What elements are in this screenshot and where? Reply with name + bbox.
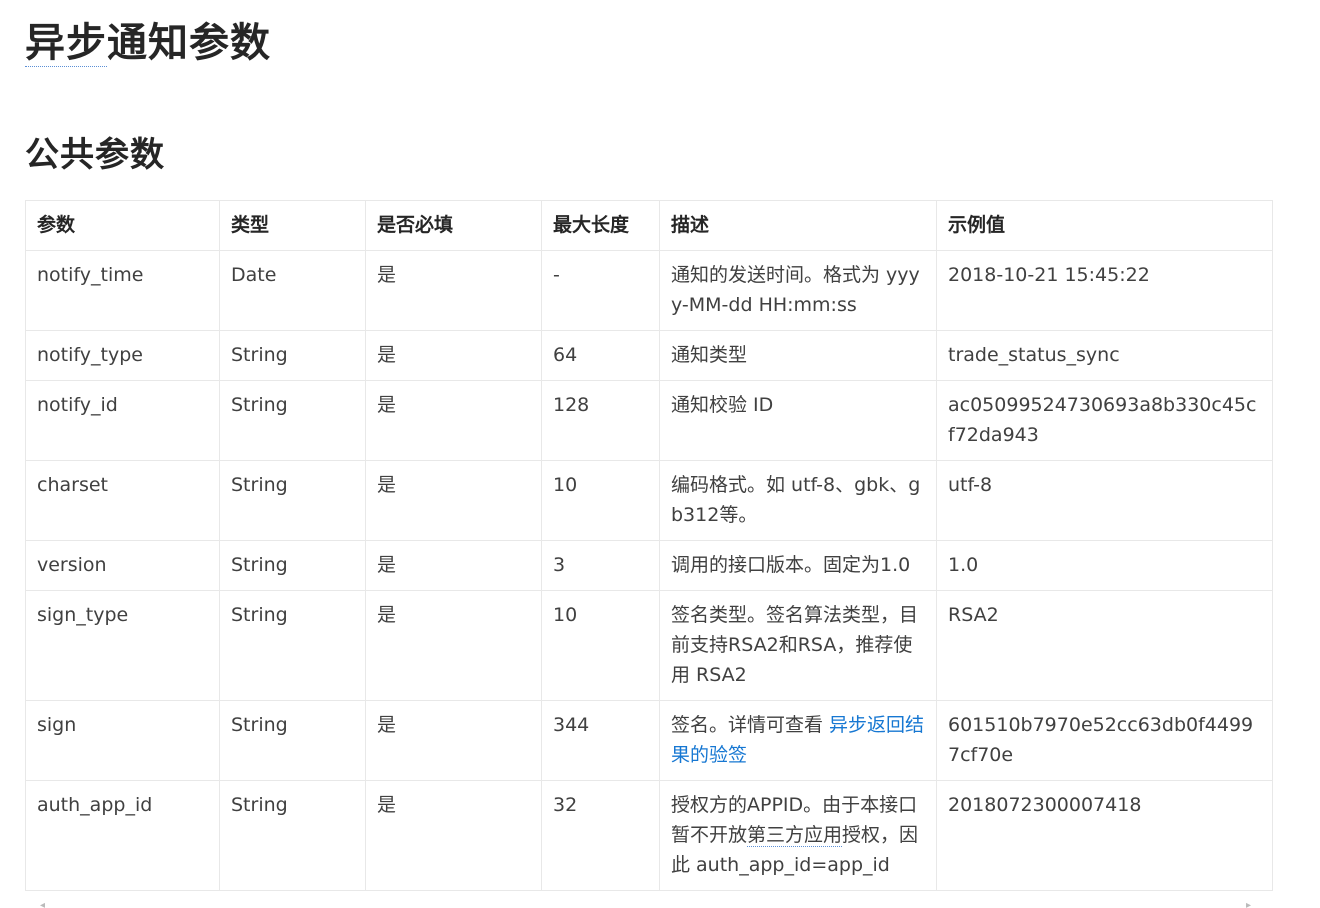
- cell-example: ac05099524730693a8b330c45cf72da943: [936, 380, 1273, 461]
- cell-param: charset: [25, 460, 220, 541]
- cell-param: auth_app_id: [25, 780, 220, 891]
- cell-type: String: [219, 330, 366, 381]
- header-example: 示例值: [936, 200, 1273, 251]
- cell-required: 是: [365, 330, 542, 381]
- cell-description: 通知类型: [659, 330, 937, 381]
- table-row: notify_time Date 是 - 通知的发送时间。格式为 yyyy-MM…: [25, 250, 1273, 331]
- cell-description: 通知校验 ID: [659, 380, 937, 461]
- cell-example: trade_status_sync: [936, 330, 1273, 381]
- sign-desc-text: 签名。详情可查看: [671, 714, 830, 736]
- cell-max-length: 344: [541, 700, 660, 781]
- cell-example: utf-8: [936, 460, 1273, 541]
- header-type: 类型: [219, 200, 366, 251]
- header-max-length: 最大长度: [541, 200, 660, 251]
- cell-required: 是: [365, 780, 542, 891]
- cell-max-length: -: [541, 250, 660, 331]
- cell-max-length: 10: [541, 460, 660, 541]
- table-header-row: 参数 类型 是否必填 最大长度 描述 示例值: [25, 200, 1273, 251]
- cell-type: String: [219, 540, 366, 591]
- page-title-rest: 通知参数: [107, 20, 271, 66]
- cell-max-length: 3: [541, 540, 660, 591]
- cell-type: String: [219, 700, 366, 781]
- cell-max-length: 32: [541, 780, 660, 891]
- third-party-app-term[interactable]: 第三方应用: [747, 824, 843, 847]
- cell-param: notify_time: [25, 250, 220, 331]
- table-row: version String 是 3 调用的接口版本。固定为1.0 1.0: [25, 540, 1273, 591]
- cell-max-length: 10: [541, 590, 660, 701]
- cell-example: 2018-10-21 15:45:22: [936, 250, 1273, 331]
- page-title-prefix: 异步: [25, 20, 107, 67]
- cell-description: 授权方的APPID。由于本接口暂不开放第三方应用授权，因此 auth_app_i…: [659, 780, 937, 891]
- cell-param: notify_id: [25, 380, 220, 461]
- cell-description: 调用的接口版本。固定为1.0: [659, 540, 937, 591]
- cell-required: 是: [365, 540, 542, 591]
- doc-page: 异步通知参数 公共参数 参数 类型 是否必填 最大长度 描述 示例值 notif…: [0, 0, 1320, 908]
- cell-example: 601510b7970e52cc63db0f44997cf70e: [936, 700, 1273, 781]
- cell-param: version: [25, 540, 220, 591]
- scroll-left-icon[interactable]: ◂: [40, 900, 45, 908]
- cell-required: 是: [365, 590, 542, 701]
- cell-example: 1.0: [936, 540, 1273, 591]
- params-table: 参数 类型 是否必填 最大长度 描述 示例值 notify_time Date …: [25, 200, 1273, 891]
- cell-description: 编码格式。如 utf-8、gbk、gb312等。: [659, 460, 937, 541]
- table-row: sign_type String 是 10 签名类型。签名算法类型，目前支持RS…: [25, 590, 1273, 701]
- table-row: auth_app_id String 是 32 授权方的APPID。由于本接口暂…: [25, 780, 1273, 891]
- cell-required: 是: [365, 700, 542, 781]
- cell-description: 签名。详情可查看 异步返回结果的验签: [659, 700, 937, 781]
- table-row: sign String 是 344 签名。详情可查看 异步返回结果的验签 601…: [25, 700, 1273, 781]
- table-row: charset String 是 10 编码格式。如 utf-8、gbk、gb3…: [25, 460, 1273, 541]
- cell-type: String: [219, 380, 366, 461]
- cell-type: String: [219, 780, 366, 891]
- cell-example: 2018072300007418: [936, 780, 1273, 891]
- cell-required: 是: [365, 460, 542, 541]
- header-description: 描述: [659, 200, 937, 251]
- cell-type: String: [219, 590, 366, 701]
- header-required: 是否必填: [365, 200, 542, 251]
- section-title: 公共参数: [25, 135, 165, 175]
- cell-param: sign: [25, 700, 220, 781]
- table-row: notify_id String 是 128 通知校验 ID ac0509952…: [25, 380, 1273, 461]
- cell-description: 通知的发送时间。格式为 yyyy-MM-dd HH:mm:ss: [659, 250, 937, 331]
- cell-required: 是: [365, 380, 542, 461]
- scroll-right-icon[interactable]: ▸: [1246, 900, 1251, 908]
- cell-type: Date: [219, 250, 366, 331]
- table-row: notify_type String 是 64 通知类型 trade_statu…: [25, 330, 1273, 381]
- cell-description: 签名类型。签名算法类型，目前支持RSA2和RSA，推荐使用 RSA2: [659, 590, 937, 701]
- cell-required: 是: [365, 250, 542, 331]
- cell-param: notify_type: [25, 330, 220, 381]
- cell-max-length: 64: [541, 330, 660, 381]
- cell-param: sign_type: [25, 590, 220, 701]
- cell-example: RSA2: [936, 590, 1273, 701]
- page-title: 异步通知参数: [25, 14, 271, 72]
- cell-max-length: 128: [541, 380, 660, 461]
- header-param: 参数: [25, 200, 220, 251]
- cell-type: String: [219, 460, 366, 541]
